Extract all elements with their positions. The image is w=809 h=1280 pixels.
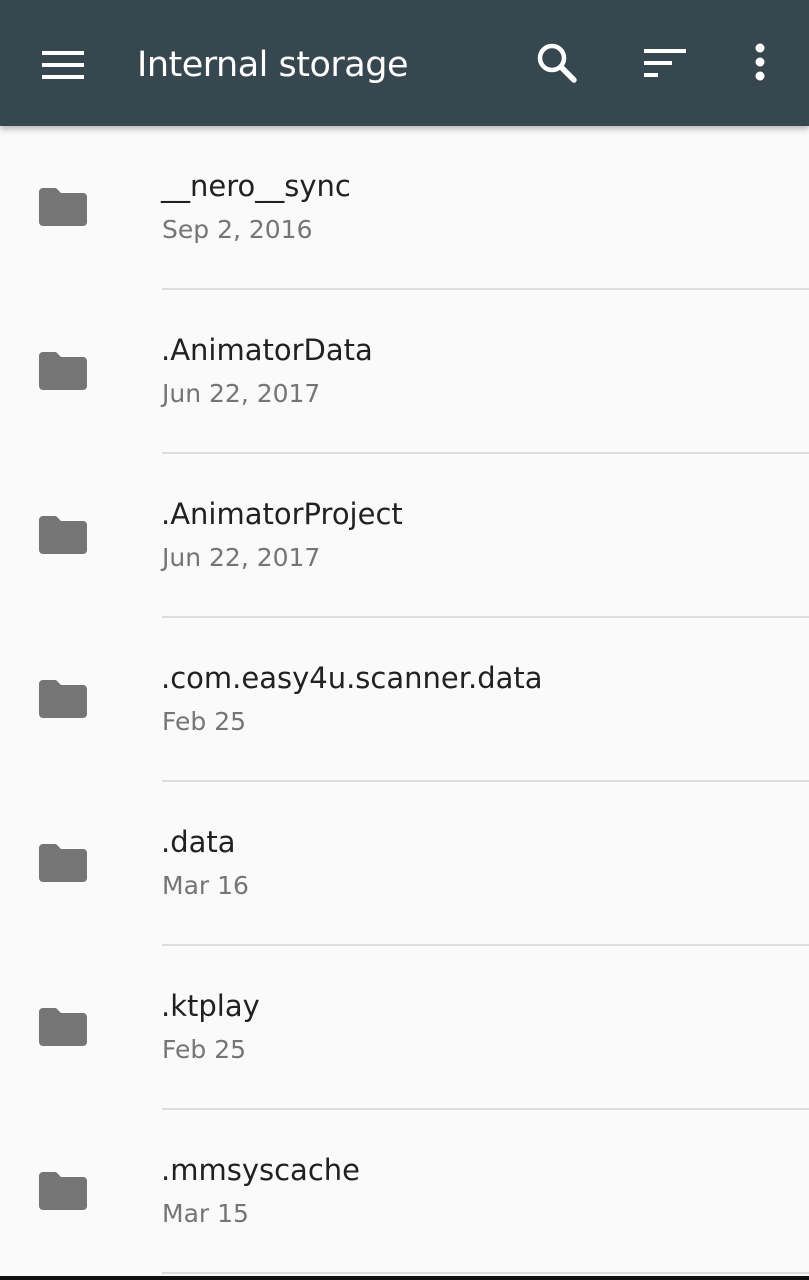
file-date: Feb 25 bbox=[162, 1035, 247, 1064]
file-list: __nero__sync Sep 2, 2016 .AnimatorData J… bbox=[0, 126, 809, 1274]
folder-icon bbox=[39, 352, 87, 390]
more-vert-icon bbox=[755, 43, 765, 81]
sort-button[interactable] bbox=[633, 31, 697, 95]
file-date: Jun 22, 2017 bbox=[162, 543, 321, 572]
folder-icon bbox=[39, 844, 87, 882]
list-item[interactable]: .com.easy4u.scanner.data Feb 25 bbox=[0, 618, 809, 782]
file-date: Feb 25 bbox=[162, 707, 247, 736]
menu-button[interactable] bbox=[31, 33, 95, 97]
file-date: Jun 22, 2017 bbox=[162, 379, 321, 408]
folder-icon bbox=[39, 1008, 87, 1046]
bottom-edge bbox=[0, 1276, 809, 1280]
folder-icon bbox=[39, 680, 87, 718]
list-item[interactable]: .mmsyscache Mar 15 bbox=[0, 1110, 809, 1274]
file-date: Sep 2, 2016 bbox=[162, 215, 313, 244]
sort-icon bbox=[644, 49, 686, 77]
app-bar: Internal storage bbox=[0, 0, 809, 126]
list-item[interactable]: .ktplay Feb 25 bbox=[0, 946, 809, 1110]
file-name: .ktplay bbox=[161, 989, 260, 1023]
file-name: .data bbox=[161, 825, 236, 859]
search-button[interactable] bbox=[525, 31, 589, 95]
file-date: Mar 15 bbox=[162, 1199, 249, 1228]
file-name: .AnimatorProject bbox=[161, 497, 403, 531]
list-item[interactable]: .AnimatorProject Jun 22, 2017 bbox=[0, 454, 809, 618]
list-item[interactable]: .data Mar 16 bbox=[0, 782, 809, 946]
file-name: .mmsyscache bbox=[161, 1153, 360, 1187]
file-name: .AnimatorData bbox=[161, 333, 373, 367]
list-item[interactable]: .AnimatorData Jun 22, 2017 bbox=[0, 290, 809, 454]
folder-icon bbox=[39, 188, 87, 226]
file-name: __nero__sync bbox=[161, 169, 351, 203]
file-name: .com.easy4u.scanner.data bbox=[161, 661, 543, 695]
file-date: Mar 16 bbox=[162, 871, 249, 900]
folder-icon bbox=[39, 1172, 87, 1210]
app-title: Internal storage bbox=[137, 45, 408, 85]
search-icon bbox=[537, 43, 577, 83]
folder-icon bbox=[39, 516, 87, 554]
menu-icon bbox=[42, 51, 84, 79]
more-options-button[interactable] bbox=[728, 31, 792, 95]
list-item[interactable]: __nero__sync Sep 2, 2016 bbox=[0, 126, 809, 290]
